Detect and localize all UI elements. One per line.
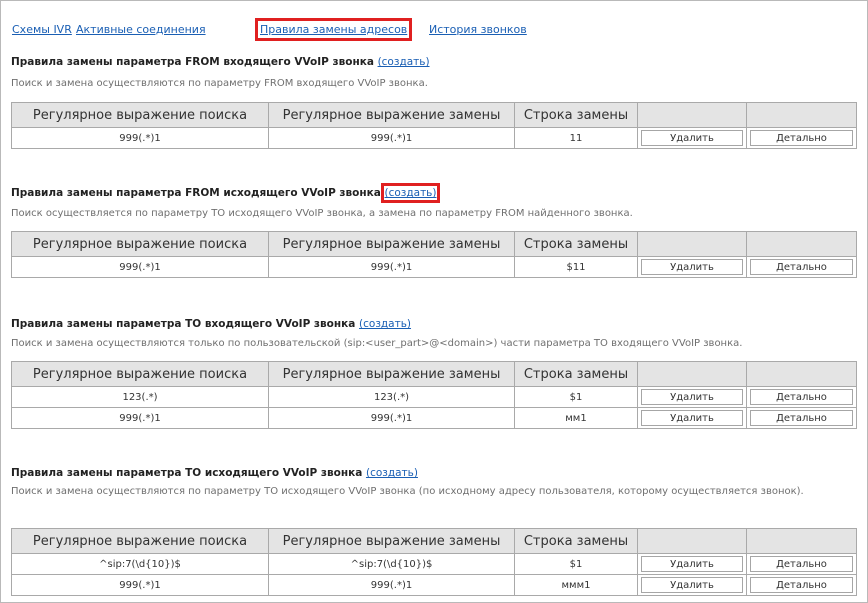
column-header-empty: [746, 528, 857, 554]
details-button[interactable]: Детально: [750, 410, 853, 426]
details-button[interactable]: Детально: [750, 130, 853, 146]
cell-search: 999(.*)1: [11, 407, 269, 429]
section-title-to-outgoing: Правила замены параметра TO исходящего V…: [11, 467, 418, 479]
column-header-replace: Регулярное выражение замены: [268, 231, 515, 257]
column-header-search: Регулярное выражение поиска: [11, 361, 269, 387]
cell-replace: 999(.*)1: [268, 574, 515, 596]
cell-search: ^sip:7(\d{10})$: [11, 553, 269, 575]
cell-string: $1: [514, 553, 638, 575]
section-title-text: Правила замены параметра FROM входящего …: [11, 56, 374, 68]
table-row: 999(.*)1 999(.*)1 11 Удалить Детально: [11, 127, 857, 149]
create-link[interactable]: (создать): [366, 467, 418, 479]
table-header: Регулярное выражение поиска Регулярное в…: [11, 528, 857, 554]
cell-search: 123(.*): [11, 386, 269, 408]
rules-table: Регулярное выражение поиска Регулярное в…: [11, 528, 857, 596]
details-button[interactable]: Детально: [750, 577, 853, 593]
cell-string: ммм1: [514, 574, 638, 596]
tab-address-replacement-rules[interactable]: Правила замены адресов: [254, 18, 413, 41]
column-header-empty: [746, 102, 857, 128]
section-description: Поиск и замена осуществляются по парамет…: [11, 486, 804, 497]
section-title-from-outgoing: Правила замены параметра FROM исходящего…: [11, 183, 441, 203]
cell-string: мм1: [514, 407, 638, 429]
table-header: Регулярное выражение поиска Регулярное в…: [11, 102, 857, 128]
section-description: Поиск и замена осуществляются по парамет…: [11, 78, 428, 89]
table-row: ^sip:7(\d{10})$ ^sip:7(\d{10})$ $1 Удали…: [11, 553, 857, 575]
delete-button[interactable]: Удалить: [641, 389, 743, 405]
section-title-text: Правила замены параметра TO исходящего V…: [11, 467, 363, 479]
section-description: Поиск и замена осуществляются только по …: [11, 338, 743, 349]
column-header-string: Строка замены: [514, 528, 638, 554]
delete-button[interactable]: Удалить: [641, 577, 743, 593]
details-button[interactable]: Детально: [750, 389, 853, 405]
cell-replace: ^sip:7(\d{10})$: [268, 553, 515, 575]
tab-call-history[interactable]: История звонков: [429, 23, 527, 36]
column-header-empty: [746, 361, 857, 387]
table-row: 999(.*)1 999(.*)1 $11 Удалить Детально: [11, 256, 857, 278]
column-header-search: Регулярное выражение поиска: [11, 231, 269, 257]
cell-replace: 999(.*)1: [268, 256, 515, 278]
column-header-empty: [637, 528, 747, 554]
cell-search: 999(.*)1: [11, 127, 269, 149]
tab-active-connections[interactable]: Активные соединения: [76, 23, 206, 36]
column-header-empty: [746, 231, 857, 257]
column-header-replace: Регулярное выражение замены: [268, 361, 515, 387]
column-header-search: Регулярное выражение поиска: [11, 528, 269, 554]
section-title-to-incoming: Правила замены параметра TO входящего VV…: [11, 318, 411, 330]
page-frame: [0, 0, 868, 603]
section-description: Поиск осуществляется по параметру TO исх…: [11, 208, 633, 219]
tab-ivr-schemes[interactable]: Схемы IVR: [12, 23, 72, 36]
cell-search: 999(.*)1: [11, 574, 269, 596]
cell-string: 11: [514, 127, 638, 149]
column-header-string: Строка замены: [514, 361, 638, 387]
section-title-text: Правила замены параметра FROM исходящего…: [11, 187, 381, 199]
section-title-text: Правила замены параметра TO входящего VV…: [11, 318, 356, 330]
create-link[interactable]: (создать): [380, 183, 441, 203]
cell-search: 999(.*)1: [11, 256, 269, 278]
table-header: Регулярное выражение поиска Регулярное в…: [11, 361, 857, 387]
cell-string: $11: [514, 256, 638, 278]
column-header-empty: [637, 361, 747, 387]
column-header-search: Регулярное выражение поиска: [11, 102, 269, 128]
table-row: 123(.*) 123(.*) $1 Удалить Детально: [11, 386, 857, 408]
column-header-string: Строка замены: [514, 102, 638, 128]
column-header-empty: [637, 231, 747, 257]
cell-string: $1: [514, 386, 638, 408]
delete-button[interactable]: Удалить: [641, 410, 743, 426]
table-row: 999(.*)1 999(.*)1 мм1 Удалить Детально: [11, 407, 857, 429]
create-link[interactable]: (создать): [378, 56, 430, 68]
table-header: Регулярное выражение поиска Регулярное в…: [11, 231, 857, 257]
section-title-from-incoming: Правила замены параметра FROM входящего …: [11, 56, 430, 68]
cell-replace: 123(.*): [268, 386, 515, 408]
rules-table: Регулярное выражение поиска Регулярное в…: [11, 102, 857, 149]
delete-button[interactable]: Удалить: [641, 259, 743, 275]
column-header-replace: Регулярное выражение замены: [268, 528, 515, 554]
details-button[interactable]: Детально: [750, 556, 853, 572]
column-header-empty: [637, 102, 747, 128]
cell-replace: 999(.*)1: [268, 407, 515, 429]
delete-button[interactable]: Удалить: [641, 130, 743, 146]
table-row: 999(.*)1 999(.*)1 ммм1 Удалить Детально: [11, 574, 857, 596]
cell-replace: 999(.*)1: [268, 127, 515, 149]
rules-table: Регулярное выражение поиска Регулярное в…: [11, 361, 857, 429]
details-button[interactable]: Детально: [750, 259, 853, 275]
delete-button[interactable]: Удалить: [641, 556, 743, 572]
column-header-string: Строка замены: [514, 231, 638, 257]
column-header-replace: Регулярное выражение замены: [268, 102, 515, 128]
create-link[interactable]: (создать): [359, 318, 411, 330]
rules-table: Регулярное выражение поиска Регулярное в…: [11, 231, 857, 278]
